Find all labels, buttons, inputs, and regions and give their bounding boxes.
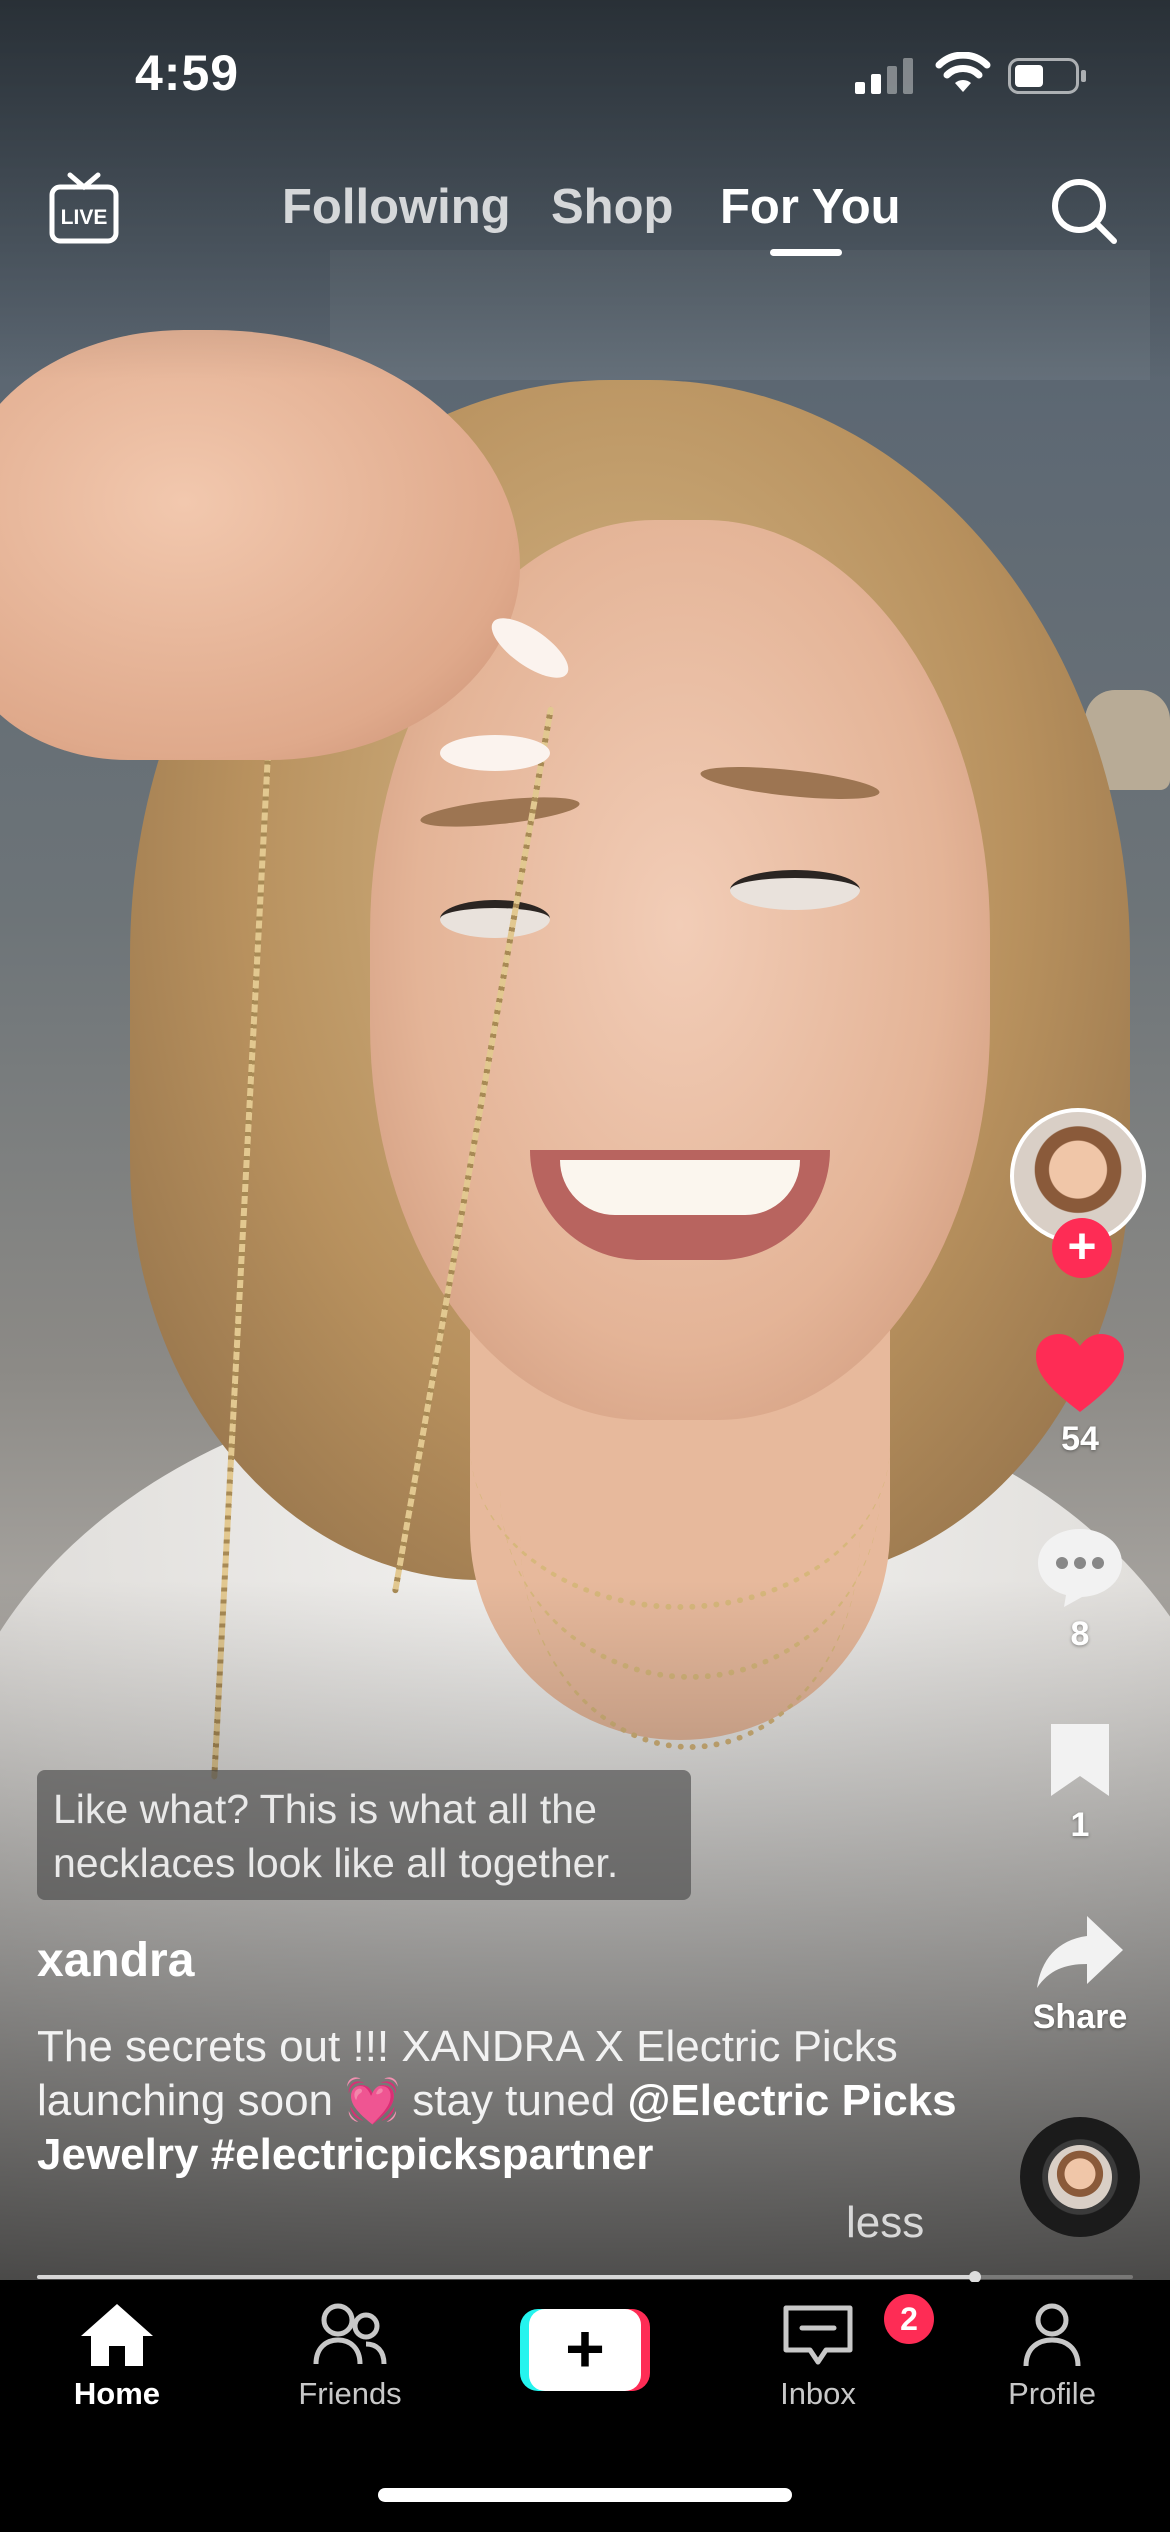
eye xyxy=(730,870,860,910)
post-description: The secrets out !!! XANDRA X Electric Pi… xyxy=(37,2020,967,2182)
tab-profile-label: Profile xyxy=(1008,2376,1096,2411)
video-progress-bar[interactable] xyxy=(37,2271,1133,2283)
active-tab-indicator xyxy=(770,249,842,256)
follow-plus-icon[interactable]: + xyxy=(1052,1218,1112,1278)
inbox-badge: 2 xyxy=(884,2294,934,2344)
creator-avatar-group: + xyxy=(1010,1108,1156,1278)
profile-icon xyxy=(1023,2303,1081,2367)
battery-icon xyxy=(1008,58,1086,94)
inbox-icon xyxy=(783,2305,853,2365)
progress-fill xyxy=(37,2275,976,2279)
tab-friends-label: Friends xyxy=(298,2376,402,2411)
save-button[interactable]: 1 xyxy=(1005,1720,1155,1845)
live-label: LIVE xyxy=(61,206,108,229)
search-icon[interactable] xyxy=(1048,175,1120,247)
friends-icon xyxy=(313,2303,387,2365)
less-button[interactable]: less xyxy=(846,2198,924,2248)
save-count: 1 xyxy=(1070,1806,1090,1844)
tab-for-you[interactable]: For You xyxy=(720,179,901,235)
like-button[interactable]: 54 xyxy=(1005,1332,1155,1459)
bookmark-icon xyxy=(1051,1724,1109,1796)
heart-icon xyxy=(1036,1334,1124,1412)
plus-icon: + xyxy=(529,2309,641,2391)
music-disc-avatar xyxy=(1048,2145,1112,2209)
share-label: Share xyxy=(1032,1998,1128,2036)
home-indicator xyxy=(378,2488,792,2502)
teeth xyxy=(560,1160,800,1215)
hashtag-link[interactable]: #electricpickspartner xyxy=(211,2130,654,2179)
home-icon xyxy=(81,2304,153,2366)
music-disc-icon[interactable] xyxy=(1020,2117,1140,2237)
sticker-line: necklaces look like all together. xyxy=(53,1840,619,1886)
tab-profile[interactable]: Profile xyxy=(962,2302,1142,2412)
eye xyxy=(440,900,550,938)
hand xyxy=(0,330,520,760)
wifi-icon xyxy=(935,52,991,92)
tab-home-label: Home xyxy=(73,2376,161,2411)
tab-home[interactable]: Home xyxy=(27,2302,207,2412)
tab-inbox[interactable]: 2 Inbox xyxy=(728,2294,934,2412)
status-bar: 4:59 xyxy=(0,0,1170,150)
create-button[interactable]: + xyxy=(520,2309,650,2391)
status-time: 4:59 xyxy=(135,45,240,101)
video-text-sticker: Like what? This is what all the necklace… xyxy=(37,1770,691,1900)
tab-following[interactable]: Following xyxy=(282,179,511,235)
tab-friends[interactable]: Friends xyxy=(260,2302,440,2412)
comment-count: 8 xyxy=(1070,1615,1090,1653)
tab-shop[interactable]: Shop xyxy=(551,179,673,235)
feed-top-nav: LIVE Following Shop For You xyxy=(0,165,1170,265)
tab-inbox-label: Inbox xyxy=(780,2376,856,2411)
sticker-line: Like what? This is what all the xyxy=(53,1786,597,1832)
share-button[interactable]: Share xyxy=(1005,1912,1155,2037)
share-arrow-icon xyxy=(1037,1916,1123,1988)
cellular-signal-icon xyxy=(855,58,913,94)
live-tv-icon[interactable]: LIVE xyxy=(48,171,120,247)
like-count: 54 xyxy=(1061,1420,1099,1458)
comment-button[interactable]: 8 xyxy=(1005,1525,1155,1654)
comment-bubble-icon xyxy=(1038,1529,1122,1607)
fingernail xyxy=(440,735,550,771)
creator-username[interactable]: xandra xyxy=(37,1933,194,1988)
